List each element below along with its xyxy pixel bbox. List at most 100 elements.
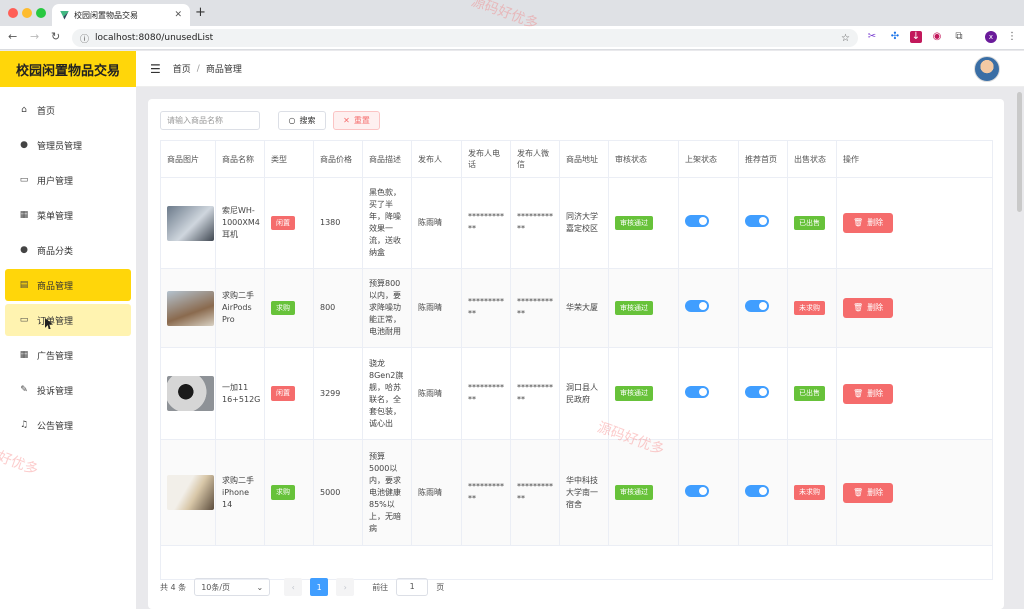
product-desc: 预算800以内，要求降噪功能正常，电池耐用 <box>362 268 412 348</box>
sidebar-item-label: 订单管理 <box>37 316 74 327</box>
listing-toggle[interactable] <box>685 385 709 398</box>
close-icon[interactable]: ✕ <box>174 10 182 20</box>
column-header: 商品描述 <box>362 140 412 178</box>
product-price: 3299 <box>313 347 363 440</box>
search-input[interactable]: 请输入商品名称 <box>160 111 260 130</box>
profile-icon[interactable]: x <box>985 31 997 43</box>
download-icon[interactable]: ↓ <box>910 31 922 43</box>
column-header: 类型 <box>264 140 314 178</box>
scrollbar[interactable] <box>1017 92 1022 212</box>
search-icon: ○ <box>288 116 296 125</box>
goto-page-input[interactable]: 1 <box>396 578 429 596</box>
tab-title: 校园闲置物品交易 <box>74 10 138 20</box>
sidebar-item-users[interactable]: ▭ 用户管理 <box>5 164 131 196</box>
breadcrumb-current: 商品管理 <box>205 65 242 75</box>
sidebar-item-notices[interactable]: ♫ 公告管理 <box>5 409 131 441</box>
publisher-wechat: *********** <box>510 347 560 440</box>
listing-toggle[interactable] <box>685 484 709 497</box>
product-name: 求购二手AirPods Pro <box>215 268 265 348</box>
sidebar-item-products[interactable]: ▤ 商品管理 <box>5 269 131 301</box>
sidebar-item-label: 菜单管理 <box>37 211 74 222</box>
audit-status-badge: 审核通过 <box>615 215 653 231</box>
publisher: 陈雨晴 <box>411 347 462 440</box>
delete-button[interactable]: 🗑 删除 <box>843 482 894 503</box>
brand-title: 校园闲置物品交易 <box>0 51 136 87</box>
search-button-label: 搜索 <box>299 116 316 125</box>
listing-toggle[interactable] <box>685 215 709 227</box>
publisher-wechat: *********** <box>510 177 560 269</box>
product-price: 800 <box>313 268 363 348</box>
sidebar-menu: ⌂ 首页 ● 管理员管理 ▭ 用户管理 ▦ 菜单管理 ● 商品分类 ▤ 商品管理 ▭ 订单管理… <box>0 87 136 441</box>
avatar[interactable] <box>974 56 1000 82</box>
reset-button[interactable]: ✕ 重置 <box>333 111 380 130</box>
reload-icon[interactable]: ↻ <box>51 30 60 43</box>
home-icon: ⌂ <box>21 105 27 115</box>
product-desc: 黑色款，买了半年，降噪效果一流，送收纳盒 <box>362 177 412 269</box>
column-header: 发布人电话 <box>461 140 511 178</box>
column-header: 上架状态 <box>678 140 739 178</box>
listing-toggle[interactable] <box>685 300 709 312</box>
close-window-button[interactable] <box>8 8 18 18</box>
delete-button[interactable]: 🗑 删除 <box>843 213 894 233</box>
delete-button[interactable]: 🗑 删除 <box>843 298 894 318</box>
trash-icon: 🗑 <box>853 388 864 398</box>
trash-icon: 🗑 <box>853 487 864 497</box>
column-header: 出售状态 <box>787 140 837 178</box>
info-icon[interactable]: ⓘ <box>80 32 89 45</box>
bell-icon: ♫ <box>19 420 29 430</box>
breadcrumb-home[interactable]: 首页 <box>173 62 191 75</box>
extension-icon[interactable]: ◉ <box>931 31 943 43</box>
forward-arrow-icon[interactable]: → <box>30 30 39 43</box>
recommend-toggle[interactable] <box>745 484 769 497</box>
sidebar-item-complaints[interactable]: ✎ 投诉管理 <box>5 374 131 406</box>
next-page-button[interactable]: › <box>336 578 355 596</box>
plus-icon[interactable]: + <box>195 5 206 20</box>
sale-status-badge: 已出售 <box>794 386 825 401</box>
recommend-toggle[interactable] <box>745 300 769 312</box>
column-header: 发布人微信 <box>510 140 560 178</box>
delete-button[interactable]: 🗑 删除 <box>843 383 894 404</box>
edit-icon: ✎ <box>20 385 28 395</box>
sidebar-item-home[interactable]: ⌂ 首页 <box>5 94 131 126</box>
search-button[interactable]: ○ 搜索 <box>278 111 326 130</box>
publisher: 陈雨晴 <box>411 177 462 269</box>
page-size-select[interactable]: 10条/页 ⌄ <box>194 578 271 596</box>
product-address: 华荣大厦 <box>559 268 609 348</box>
product-image <box>167 376 214 411</box>
sale-status-badge: 未求购 <box>794 485 825 500</box>
publisher-phone: *********** <box>461 347 511 440</box>
audit-status-badge: 审核通过 <box>615 300 653 316</box>
translate-icon[interactable]: ✣ <box>889 31 901 43</box>
sidebar-item-ads[interactable]: ▦ 广告管理 <box>5 339 131 371</box>
page-number[interactable]: 1 <box>310 578 329 596</box>
recommend-toggle[interactable] <box>745 385 769 398</box>
sidebar-item-label: 管理员管理 <box>37 141 83 152</box>
column-header: 审核状态 <box>608 140 679 178</box>
sidebar-item-label: 用户管理 <box>37 176 74 187</box>
maximize-window-button[interactable] <box>36 8 46 18</box>
minimize-window-button[interactable] <box>22 8 32 18</box>
scissors-icon[interactable]: ✂ <box>866 31 878 43</box>
sidebar-item-label: 商品管理 <box>37 281 74 292</box>
sidebar-item-orders[interactable]: ▭ 订单管理 <box>5 304 131 336</box>
browser-tab[interactable]: 校园闲置物品交易 ✕ <box>52 4 190 26</box>
sidebar-item-admins[interactable]: ● 管理员管理 <box>5 129 131 161</box>
type-tag: 闲置 <box>271 215 295 231</box>
product-table: 商品图片 商品名称 类型 商品价格 商品描述 发布人 发布人电话 发布人微信 商… <box>160 140 993 580</box>
star-icon[interactable]: ☆ <box>841 33 850 44</box>
sidebar-item-categories[interactable]: ● 商品分类 <box>5 234 131 266</box>
address-bar[interactable]: ⓘ localhost:8080/unusedList ☆ <box>72 29 858 47</box>
sidebar-item-menus[interactable]: ▦ 菜单管理 <box>5 199 131 231</box>
goto-label: 前往 <box>372 582 389 592</box>
main-card: 请输入商品名称 ○ 搜索 ✕ 重置 商品图片 商品名称 类型 商品价格 商品描述 发… <box>148 99 1004 609</box>
prev-page-button[interactable]: ‹ <box>284 578 303 596</box>
recommend-toggle[interactable] <box>745 215 769 227</box>
publisher: 陈雨晴 <box>411 439 462 546</box>
puzzle-icon[interactable]: ⧉ <box>953 31 965 43</box>
trash-icon: 🗑 <box>853 218 864 227</box>
breadcrumb-separator: / <box>196 63 200 74</box>
hamburger-icon[interactable]: ☰ <box>150 62 161 76</box>
more-vertical-icon[interactable]: ⋮ <box>1006 31 1018 43</box>
monitor-icon: ▭ <box>19 315 29 325</box>
back-arrow-icon[interactable]: ← <box>8 30 17 43</box>
